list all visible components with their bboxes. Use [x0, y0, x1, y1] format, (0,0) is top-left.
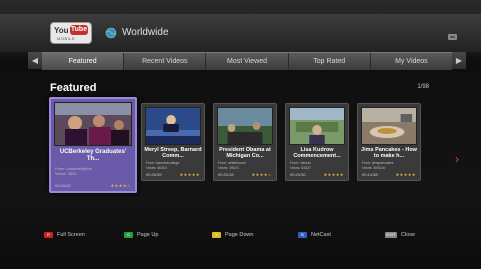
video-views: Views: 29021: [218, 165, 239, 170]
key-label: Full Screen: [57, 232, 85, 238]
video-views: Views: 46303: [146, 165, 167, 170]
video-duration: 00:26:59: [146, 172, 162, 177]
yellow-key-icon: Y: [212, 232, 221, 238]
exit-key-icon: EXIT: [385, 232, 397, 238]
key-page-up[interactable]: G Page Up: [124, 232, 158, 238]
video-card[interactable]: UCBerkeley Graduates' Th... From: ucberk…: [49, 97, 137, 193]
video-thumbnail: [217, 107, 273, 145]
video-thumbnail: [361, 107, 417, 145]
rating-stars-icon: ★★★★☆: [251, 172, 272, 177]
video-meta: From: Vassar Views: 53327: [290, 161, 344, 170]
options-icon[interactable]: [447, 32, 459, 42]
key-label: Page Up: [137, 232, 159, 238]
video-duration: 02:04:00: [55, 183, 71, 188]
video-meta: From: ucberkeleyfilm Views: 3501: [55, 166, 131, 176]
key-label: Close: [401, 232, 416, 238]
video-footer: 02:04:00 ★★★★☆: [55, 183, 131, 188]
blue-key-icon: B: [298, 232, 307, 238]
video-duration: 00:33:28: [218, 172, 234, 177]
video-card[interactable]: Meryl Streep, Barnard Comm... From: barn…: [141, 103, 205, 181]
video-thumbnail: [145, 107, 201, 145]
video-views: Views: 3501: [55, 171, 77, 176]
section-title: Featured: [50, 82, 97, 94]
video-card[interactable]: Lisa Kudrow Commencement... From: Vassar…: [285, 103, 349, 181]
video-footer: 00:26:59 ★★★★★: [146, 172, 200, 177]
rating-stars-icon: ★★★★★: [323, 172, 344, 177]
key-full-screen[interactable]: R Full Screen: [44, 232, 85, 238]
video-title: Jims Pancakes - How to make h...: [361, 147, 417, 159]
video-title: Meryl Streep, Barnard Comm...: [144, 147, 202, 159]
tab-next-arrow[interactable]: ▶: [452, 52, 466, 69]
video-title: President Obama at Michigan Co...: [219, 147, 271, 159]
globe-icon: [105, 27, 117, 39]
key-label: Page Down: [225, 232, 254, 238]
video-footer: 00:14:58 ★★★★★: [362, 172, 416, 177]
video-duration: 00:14:58: [362, 172, 378, 177]
video-meta: From: jimspancakes Views: 309316: [362, 161, 416, 170]
tab-featured[interactable]: Featured: [42, 53, 125, 70]
key-netcast[interactable]: B NetCast: [298, 232, 331, 238]
video-footer: 00:23:50 ★★★★★: [290, 172, 344, 177]
tab-most-viewed[interactable]: Most Viewed: [206, 53, 289, 70]
page-counter: 1/98: [417, 84, 429, 90]
video-duration: 00:23:50: [290, 172, 306, 177]
tab-top-rated[interactable]: Top Rated: [289, 53, 371, 70]
app-header: You Tube MOBILE Worldwide: [0, 14, 481, 52]
tab-my-videos[interactable]: My Videos: [371, 53, 452, 70]
key-close[interactable]: EXIT Close: [385, 232, 415, 238]
video-footer: 00:33:28 ★★★★☆: [218, 172, 272, 177]
red-key-icon: R: [44, 232, 53, 238]
video-thumbnail: [289, 107, 345, 145]
tab-prev-arrow[interactable]: ◀: [28, 52, 42, 69]
green-key-icon: G: [124, 232, 133, 238]
rating-stars-icon: ★★★★★: [395, 172, 416, 177]
video-meta: From: whitehouse Views: 29021: [218, 161, 272, 170]
video-thumbnail: [54, 102, 132, 146]
tab-recent-videos[interactable]: Recent Videos: [124, 53, 207, 70]
youtube-app-screen: You Tube MOBILE Worldwide ◀ Featured Rec…: [0, 0, 481, 269]
rating-stars-icon: ★★★★★: [179, 172, 200, 177]
video-views: Views: 53327: [290, 165, 311, 170]
video-title: Lisa Kudrow Commencement...: [293, 147, 341, 159]
key-page-down[interactable]: Y Page Down: [212, 232, 253, 238]
logo-you: You: [54, 26, 69, 35]
rating-stars-icon: ★★★★☆: [110, 183, 131, 188]
next-page-arrow-icon[interactable]: ›: [455, 152, 459, 166]
logo-tube: Tube: [70, 25, 88, 35]
remote-key-legend: R Full Screen G Page Up Y Page Down B Ne…: [0, 222, 481, 250]
video-title: UCBerkeley Graduates' Th...: [59, 149, 127, 162]
youtube-logo: You Tube MOBILE: [50, 22, 92, 44]
key-label: NetCast: [311, 232, 331, 238]
category-tabs: Featured Recent Videos Most Viewed Top R…: [42, 52, 452, 70]
region-label[interactable]: Worldwide: [122, 27, 169, 38]
logo-sub: MOBILE: [57, 36, 76, 41]
video-meta: From: barnardcollege Views: 46303: [146, 161, 200, 170]
video-card[interactable]: Jims Pancakes - How to make h... From: j…: [357, 103, 421, 181]
video-views: Views: 309316: [362, 165, 385, 170]
video-card[interactable]: President Obama at Michigan Co... From: …: [213, 103, 277, 181]
